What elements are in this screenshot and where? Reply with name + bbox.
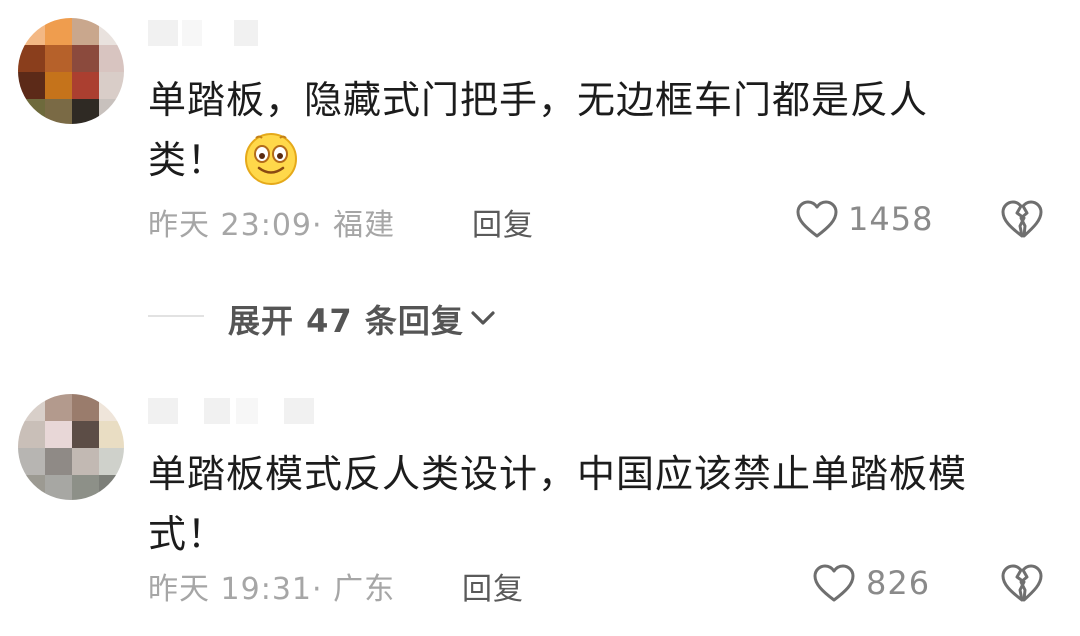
expand-divider: [148, 315, 204, 317]
comment-text-line1: 单踏板，隐藏式门把手，无边框车门都是反人: [148, 78, 929, 122]
reply-button[interactable]: 回复: [462, 564, 524, 608]
like-count: 826: [866, 564, 931, 602]
broken-heart-icon[interactable]: [1000, 198, 1044, 240]
avatar[interactable]: [18, 394, 124, 500]
comment-timestamp-location: 昨天 19:31· 广东: [148, 572, 396, 607]
expand-replies-button[interactable]: 展开 47 条回复: [228, 296, 464, 342]
comment-item: 单踏板模式反人类设计，中国应该禁止单踏板模 式！ 昨天 19:31· 广东 回复…: [0, 380, 1080, 636]
comment-text: 单踏板模式反人类设计，中国应该禁止单踏板模 式！: [148, 444, 1028, 564]
heart-outline-icon[interactable]: [795, 199, 839, 239]
comment-text-line1: 单踏板模式反人类设计，中国应该禁止单踏板模: [148, 452, 968, 496]
reply-button[interactable]: 回复: [472, 200, 534, 244]
comment-item: 单踏板，隐藏式门把手，无边框车门都是反人 类！ 昨天 23:09· 福建 回复 …: [0, 0, 1080, 340]
like-count: 1458: [848, 200, 934, 238]
broken-heart-icon[interactable]: [1000, 562, 1044, 604]
heart-outline-icon[interactable]: [812, 563, 856, 603]
comment-text-line2: 式！: [148, 512, 227, 556]
comment-text-line2: 类！: [148, 138, 227, 182]
avatar[interactable]: [18, 18, 124, 124]
comment-text: 单踏板，隐藏式门把手，无边框车门都是反人 类！: [148, 70, 1028, 190]
comment-timestamp-location: 昨天 23:09· 福建: [148, 208, 396, 243]
chevron-down-icon[interactable]: [468, 305, 498, 331]
smiling-face-emoji-icon: [245, 132, 298, 185]
